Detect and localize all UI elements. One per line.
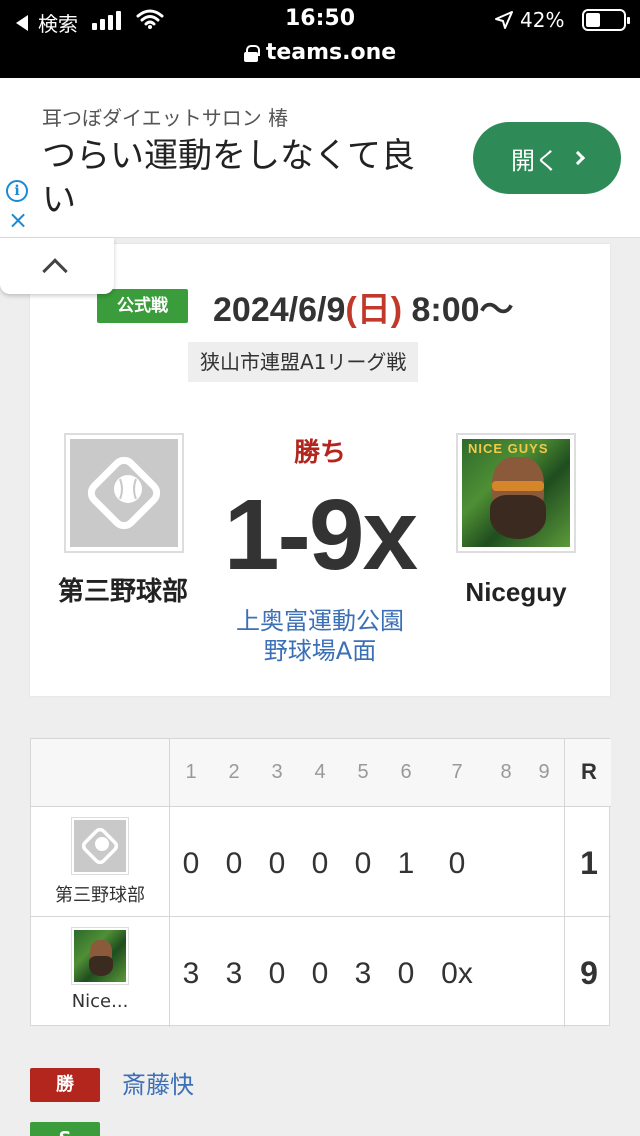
runs-header: R	[581, 759, 597, 784]
venue-link[interactable]: 上奥富運動公園 野球場A面	[210, 606, 430, 666]
inning-header: 5	[357, 761, 369, 783]
baseball-icon	[81, 827, 119, 865]
inning-score: 0	[311, 957, 329, 990]
inning-header: 7	[451, 761, 463, 783]
collapse-ad-button[interactable]	[0, 238, 114, 294]
status-bar: 検索 16:50 teams.one 42%	[0, 0, 640, 78]
chevron-right-icon	[570, 150, 586, 166]
inning-header: 8	[500, 761, 512, 783]
line-score-header-row: 1 2 3 4 5 6 7 8 9 R	[31, 739, 611, 807]
venue-line-2: 野球場A面	[263, 637, 377, 665]
inning-header: 1	[185, 761, 197, 783]
column-divider	[169, 739, 170, 1027]
game-datetime: 2024/6/9(日) 8:00～	[213, 282, 514, 331]
inning-score: 0	[448, 847, 466, 880]
ad-open-label: 開く	[511, 146, 559, 175]
ad-banner[interactable]: 耳つぼダイエットサロン 椿 つらい運動をしなくて良い 開く i ×	[0, 78, 640, 238]
away-team-name[interactable]: Niceguy	[450, 574, 582, 610]
row-team-name[interactable]: 第三野球部	[31, 881, 169, 907]
lock-icon	[243, 44, 260, 62]
inning-score: 0	[225, 847, 243, 880]
inning-score: 3	[225, 957, 243, 990]
home-team-name[interactable]: 第三野球部	[58, 574, 188, 610]
inning-score: 0	[311, 847, 329, 880]
ad-advertiser: 耳つぼダイエットサロン 椿	[42, 106, 289, 130]
dow-open-paren: (	[345, 291, 357, 329]
away-team-logo[interactable]: NICE GUYS	[456, 433, 576, 553]
location-arrow-icon	[495, 11, 513, 29]
inning-score: 0	[354, 847, 372, 880]
total-runs: 1	[580, 845, 598, 881]
inning-score: 0	[397, 957, 415, 990]
inning-header: 6	[400, 761, 412, 783]
ad-open-button[interactable]: 開く	[473, 122, 621, 194]
final-score: 1-9x	[223, 479, 418, 591]
result-label: 勝ち	[293, 438, 346, 468]
day-of-week: 日	[356, 291, 391, 329]
game-type-badge: 公式戦	[97, 289, 188, 323]
table-row: 第三野球部 0 0 0 0 0 1 0 1	[31, 807, 611, 917]
ad-close-icon[interactable]: ×	[6, 208, 30, 232]
league-label: 狭山市連盟A1リーグ戦	[188, 342, 419, 382]
inning-score: 0	[268, 847, 286, 880]
inning-score: 0x	[441, 957, 473, 990]
row-team-name[interactable]: Nice...	[31, 991, 169, 1012]
game-card: 公式戦 2024/6/9(日) 8:00～ 狭山市連盟A1リーグ戦 NICE G…	[30, 244, 610, 696]
inning-score: 1	[397, 847, 415, 880]
chevron-up-icon	[42, 258, 68, 284]
address-bar[interactable]: teams.one	[0, 40, 640, 65]
win-pitcher-badge: 勝	[30, 1068, 100, 1102]
inning-score: 3	[182, 957, 200, 990]
ad-info-icon[interactable]: i	[6, 180, 28, 202]
table-row: Nice... 3 3 0 0 3 0 0x 9	[31, 917, 611, 1027]
inning-score: 0	[182, 847, 200, 880]
inning-header: 9	[538, 761, 550, 783]
inning-header: 4	[314, 761, 326, 783]
away-logo-glasses	[492, 481, 544, 491]
win-pitcher-name[interactable]: 斎藤快	[122, 1068, 194, 1102]
battery-percent: 42%	[520, 8, 565, 32]
url-text: teams.one	[265, 40, 397, 65]
home-team-logo[interactable]	[64, 433, 184, 553]
home-row-logo[interactable]	[71, 817, 129, 875]
column-divider	[564, 739, 565, 1027]
away-logo-beard	[89, 956, 113, 976]
dow-close-paren: )	[390, 291, 403, 329]
inning-score: 0	[268, 957, 286, 990]
baseball-icon	[87, 456, 161, 530]
venue-line-1: 上奥富運動公園	[236, 607, 404, 635]
away-logo-text: NICE GUYS	[468, 441, 549, 456]
away-logo-beard	[490, 495, 546, 539]
save-pitcher-badge: S	[30, 1122, 100, 1136]
away-row-logo[interactable]	[71, 927, 129, 985]
game-time: 8:00～	[402, 291, 514, 329]
inning-score: 3	[354, 957, 372, 990]
battery-icon	[582, 9, 630, 31]
total-runs: 9	[580, 955, 598, 991]
inning-header: 2	[228, 761, 240, 783]
inning-header: 3	[271, 761, 283, 783]
game-date: 2024/6/9	[213, 291, 346, 329]
ad-headline[interactable]: つらい運動をしなくて良い	[42, 134, 442, 222]
line-score-table: 1 2 3 4 5 6 7 8 9 R 第三野球部 0 0 0 0 0 1 0 …	[30, 738, 611, 1027]
